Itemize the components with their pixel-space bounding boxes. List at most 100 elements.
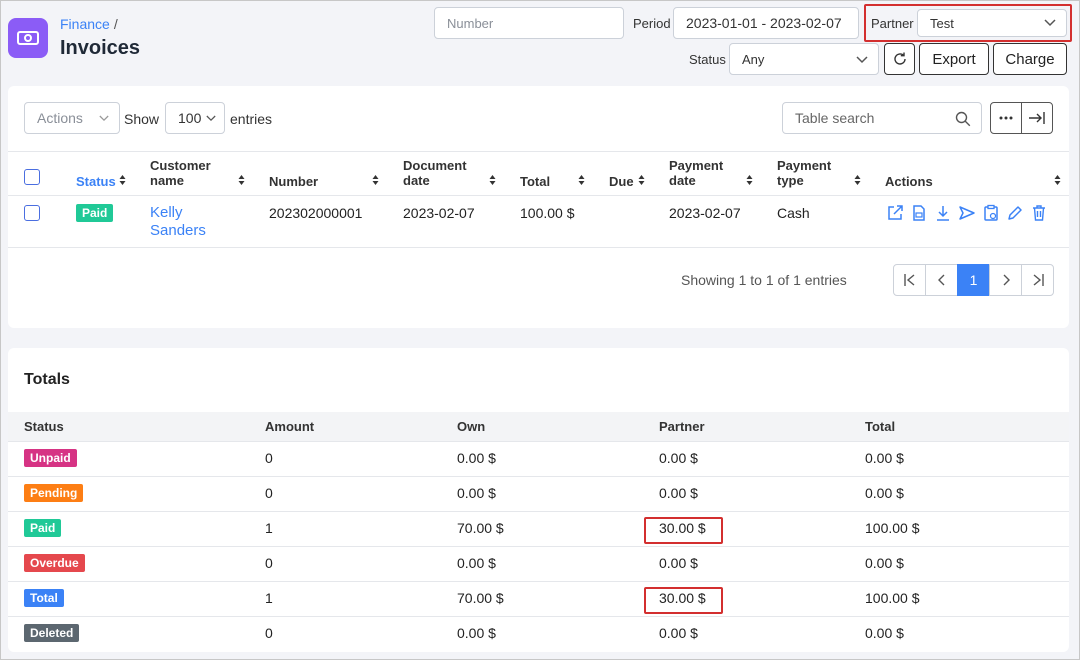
totals-own-cell: 0.00 $ <box>457 555 496 571</box>
totals-total-cell: 0.00 $ <box>865 555 904 571</box>
first-page-button[interactable] <box>893 264 926 296</box>
col-header-total[interactable]: Total <box>520 174 550 189</box>
arrow-right-to-line-icon <box>1029 112 1045 124</box>
totals-own-cell: 0.00 $ <box>457 485 496 501</box>
col-header-customer-name[interactable]: Customer name <box>150 158 230 188</box>
totals-total-cell: 0.00 $ <box>865 625 904 641</box>
payment-date: 2023-02-07 <box>669 205 741 221</box>
more-options-button[interactable] <box>990 102 1022 134</box>
totals-amount-cell: 1 <box>265 520 273 536</box>
search-icon <box>955 111 971 127</box>
status-select[interactable]: Any <box>729 43 879 75</box>
table-info: Showing 1 to 1 of 1 entries <box>681 272 847 288</box>
prev-page-button[interactable] <box>925 264 958 296</box>
page-1-button[interactable]: 1 <box>957 264 990 296</box>
chevron-down-icon <box>99 115 109 122</box>
col-header-payment-date[interactable]: Payment date <box>669 158 729 188</box>
totals-status-badge: Pending <box>24 484 84 502</box>
select-all-checkbox[interactable] <box>24 169 40 185</box>
table-search-placeholder: Table search <box>795 110 875 126</box>
totals-total-cell: 100.00 $ <box>865 590 920 606</box>
sort-icon <box>238 175 245 185</box>
status-select-value: Any <box>742 51 765 67</box>
sort-icon <box>119 175 126 185</box>
row-checkbox[interactable] <box>24 205 40 221</box>
totals-status-badge: Total <box>24 589 64 607</box>
col-header-due[interactable]: Due <box>609 174 634 189</box>
open-external-icon[interactable] <box>886 204 904 222</box>
period-label: Period <box>633 16 671 31</box>
charge-button[interactable]: Charge <box>993 43 1067 75</box>
totals-partner-cell: 0.00 $ <box>659 625 698 641</box>
totals-row <box>8 476 1069 511</box>
totals-partner-cell: 0.00 $ <box>659 450 698 466</box>
totals-amount-cell: 0 <box>265 555 273 571</box>
number-input[interactable]: Number <box>434 7 624 39</box>
totals-own-cell: 0.00 $ <box>457 450 496 466</box>
totals-own-cell: 70.00 $ <box>457 590 504 606</box>
show-label: Show <box>124 111 160 127</box>
expand-button[interactable] <box>1021 102 1053 134</box>
chevron-down-icon <box>856 56 868 64</box>
delete-icon[interactable] <box>1030 204 1048 222</box>
col-header-actions[interactable]: Actions <box>885 174 933 189</box>
refresh-button[interactable] <box>884 43 915 75</box>
col-header-number[interactable]: Number <box>269 174 318 189</box>
totals-status-badge: Overdue <box>24 554 85 572</box>
more-dots-icon <box>999 116 1013 120</box>
sort-icon <box>489 175 496 185</box>
entries-label: entries <box>230 111 273 127</box>
totals-col-partner: Partner <box>659 419 705 434</box>
table-search-input[interactable]: Table search <box>782 102 982 134</box>
export-button[interactable]: Export <box>919 43 989 75</box>
totals-col-amount: Amount <box>265 419 315 434</box>
partner-highlight-box <box>864 4 1072 42</box>
totals-status-badge: Paid <box>24 519 62 537</box>
send-icon[interactable] <box>958 204 976 222</box>
finance-logo-icon <box>8 18 48 58</box>
col-header-payment-type[interactable]: Payment type <box>777 158 837 188</box>
chevron-right-icon <box>1003 274 1010 286</box>
customer-name-link[interactable]: Kelly Sanders <box>150 204 230 240</box>
edit-icon[interactable] <box>1006 204 1024 222</box>
status-badge: Paid <box>76 204 114 222</box>
sort-icon <box>578 175 585 185</box>
col-header-document-date[interactable]: Document date <box>403 158 473 188</box>
breadcrumb-finance-link[interactable]: Finance <box>60 16 110 32</box>
period-input[interactable]: 2023-01-01 - 2023-02-07 <box>673 7 859 39</box>
refresh-icon <box>893 52 906 65</box>
totals-partner-cell: 0.00 $ <box>659 555 698 571</box>
entries-select-value: 100 <box>178 110 202 126</box>
table-header-bottom-border <box>8 195 1069 196</box>
last-page-icon <box>1033 274 1044 286</box>
totals-total-cell: 0.00 $ <box>865 450 904 466</box>
print-pdf-icon[interactable] <box>910 204 928 222</box>
entries-select[interactable]: 100 <box>165 102 225 134</box>
next-page-button[interactable] <box>989 264 1022 296</box>
last-page-button[interactable] <box>1021 264 1054 296</box>
col-header-status[interactable]: Status <box>76 174 116 189</box>
breadcrumb-separator: / <box>113 16 118 32</box>
download-icon[interactable] <box>934 204 952 222</box>
invoice-number: 202302000001 <box>269 205 363 221</box>
status-label: Status <box>689 52 726 67</box>
clipboard-icon[interactable] <box>982 204 1000 222</box>
totals-header-row <box>8 412 1069 441</box>
totals-col-total: Total <box>865 419 896 434</box>
chevron-down-icon <box>206 115 216 122</box>
totals-status-badge: Unpaid <box>24 449 77 467</box>
invoice-total: 100.00 $ <box>520 205 575 221</box>
actions-dropdown[interactable]: Actions <box>24 102 120 134</box>
chevron-left-icon <box>937 274 944 286</box>
totals-col-status: Status <box>24 419 64 434</box>
totals-amount-cell: 0 <box>265 450 273 466</box>
sort-icon <box>746 175 753 185</box>
totals-own-cell: 70.00 $ <box>457 520 504 536</box>
document-date: 2023-02-07 <box>403 205 475 221</box>
partner-total-highlight-box <box>644 587 723 614</box>
totals-amount-cell: 0 <box>265 625 273 641</box>
totals-row <box>8 616 1069 651</box>
totals-partner-cell: 0.00 $ <box>659 485 698 501</box>
partner-paid-highlight-box <box>644 517 723 544</box>
first-page-icon <box>903 274 914 286</box>
